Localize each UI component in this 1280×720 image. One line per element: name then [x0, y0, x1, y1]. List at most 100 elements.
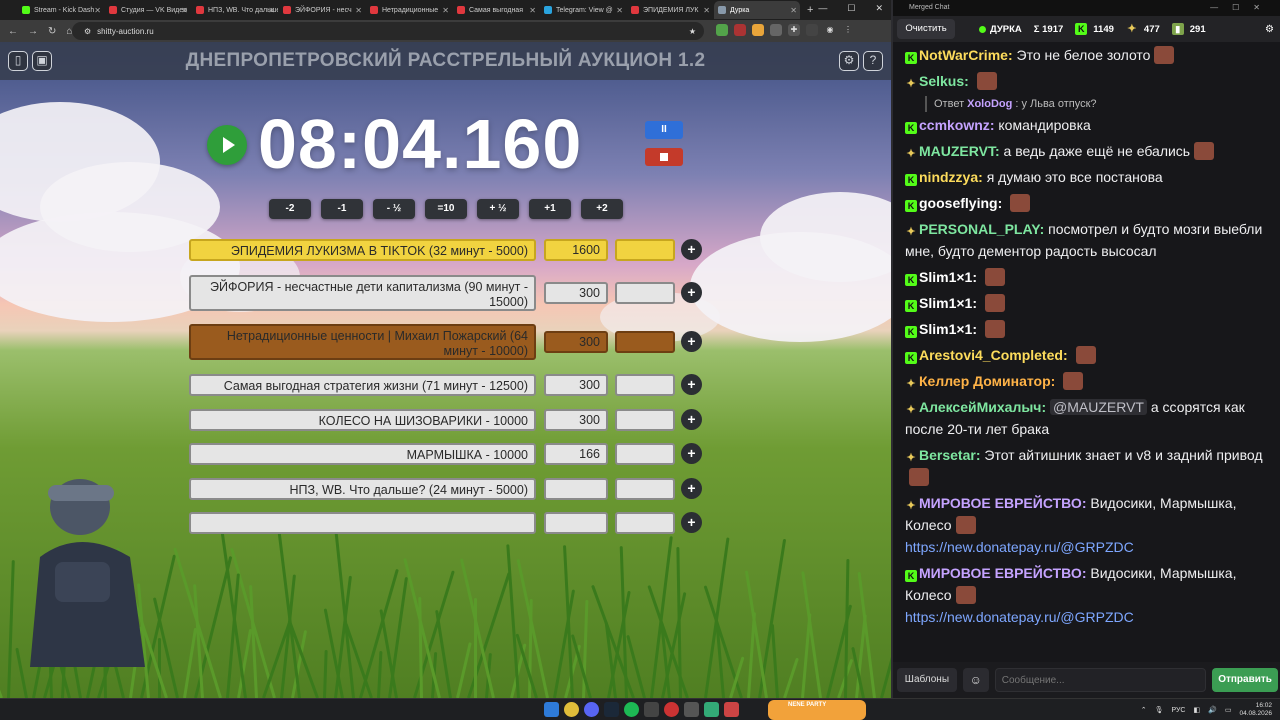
settings-button[interactable]: ⚙ [839, 51, 859, 71]
browser-tab[interactable]: ЭПИДЕМИЯ ЛУК ✕ [627, 1, 713, 19]
extension-icon[interactable] [770, 24, 782, 36]
tab-close-icon[interactable]: ✕ [181, 6, 188, 15]
browser-tab[interactable]: Студия — VK Видео ✕ [105, 1, 191, 19]
lot-amount-field[interactable] [544, 478, 608, 500]
nene-party-widget[interactable]: NENE PARTY [768, 700, 866, 720]
reply-nick[interactable]: XoloDog [967, 98, 1012, 110]
time-adjust-button[interactable]: +2 [581, 199, 623, 219]
chat-settings-icon[interactable]: ⚙ [1265, 24, 1274, 35]
tab-close-icon[interactable]: ✕ [616, 6, 623, 15]
forward-icon[interactable]: → [28, 26, 38, 37]
pause-button[interactable]: II [645, 121, 683, 139]
lot-name-field[interactable] [189, 512, 536, 534]
lot-add-amount-field[interactable] [615, 409, 675, 431]
time-adjust-button[interactable]: -2 [269, 199, 311, 219]
lot-amount-field[interactable] [544, 512, 608, 534]
steam-icon[interactable] [604, 702, 619, 717]
emoji-button[interactable]: ☺ [962, 668, 989, 692]
lot-add-amount-field[interactable] [615, 374, 675, 396]
lot-name-field[interactable]: Нетрадиционные ценности | Михаил Пожарск… [189, 324, 536, 360]
clock[interactable]: 16:02 04.08.2026 [1239, 702, 1272, 718]
chat-nick[interactable]: Slim1×1 [919, 269, 972, 285]
chat-link[interactable]: https://new.donatepay.ru/@GRPZDC [905, 539, 1134, 555]
minimize-icon[interactable]: — [818, 3, 827, 14]
lot-name-field[interactable]: КОЛЕСО НА ШИЗОВАРИКИ - 10000 [189, 409, 536, 431]
tab-close-icon[interactable]: ✕ [529, 6, 536, 15]
stop-button[interactable] [645, 148, 683, 166]
menu-dots-icon[interactable]: ⋮ [842, 24, 854, 36]
lot-add-amount-field[interactable] [615, 331, 675, 353]
extension-icon[interactable] [716, 24, 728, 36]
app-icon[interactable] [664, 702, 679, 717]
back-icon[interactable]: ← [8, 26, 18, 37]
puzzle-icon[interactable]: ✚ [788, 24, 800, 36]
lot-name-field[interactable]: НПЗ, WB. Что дальше? (24 минут - 5000) [189, 478, 536, 500]
lot-add-amount-field[interactable] [615, 282, 675, 304]
app-icon[interactable] [684, 702, 699, 717]
network-icon[interactable]: ◧ [1193, 706, 1200, 714]
chat-nick[interactable]: Slim1×1 [919, 321, 972, 337]
chat-nick[interactable]: ccmkownz [919, 117, 990, 133]
chat-nick[interactable]: Arestovi4_Completed [919, 347, 1063, 363]
spotify-icon[interactable] [624, 702, 639, 717]
chat-nick[interactable]: MAUZERVT [919, 143, 995, 159]
browser-tab[interactable]: Нетрадиционные ✕ [366, 1, 452, 19]
extension-icon[interactable] [734, 24, 746, 36]
lot-add-amount-field[interactable] [615, 478, 675, 500]
lot-amount-field[interactable]: 300 [544, 282, 608, 304]
play-button[interactable] [207, 125, 247, 165]
maximize-icon[interactable]: ☐ [847, 3, 855, 14]
browser-tab[interactable]: Самая выгодная ✕ [453, 1, 539, 19]
chevron-up-icon[interactable]: ⌃ [1141, 706, 1147, 714]
help-button[interactable]: ? [863, 51, 883, 71]
app-icon[interactable] [644, 702, 659, 717]
chat-nick[interactable]: Bersetar [919, 447, 976, 463]
lot-add-button[interactable]: + [681, 478, 702, 499]
app-icon[interactable] [704, 702, 719, 717]
browser-tab[interactable]: Дурка ✕ [714, 1, 800, 19]
send-button[interactable]: Отправить [1212, 668, 1278, 692]
tab-close-icon[interactable]: ✕ [355, 6, 362, 15]
chat-window-controls[interactable]: —☐✕ [1210, 0, 1274, 16]
chat-nick[interactable]: PERSONAL_PLAY [919, 221, 1040, 237]
lot-add-button[interactable]: + [681, 443, 702, 464]
lot-add-button[interactable]: + [681, 282, 702, 303]
windows-start-icon[interactable] [544, 702, 559, 717]
microphone-icon[interactable]: 🎙 [1155, 706, 1164, 714]
tab-close-icon[interactable]: ✕ [703, 6, 710, 15]
chat-nick[interactable]: АлексейМихалыч [919, 399, 1041, 415]
templates-button[interactable]: Шаблоны [897, 668, 957, 692]
sidebar-toggle-button[interactable]: ▯ [8, 51, 28, 71]
language-indicator[interactable]: РУС [1171, 707, 1185, 714]
new-tab-icon[interactable]: + [807, 4, 813, 16]
lot-add-amount-field[interactable] [615, 239, 675, 261]
lot-amount-field[interactable]: 300 [544, 331, 608, 353]
time-adjust-button[interactable]: +1 [529, 199, 571, 219]
profile-icon[interactable]: ◉ [824, 24, 836, 36]
time-adjust-button[interactable]: =10 [425, 199, 467, 219]
chat-nick[interactable]: NotWarCrime [919, 47, 1008, 63]
browser-tab[interactable]: Stream - Kick Dash ✕ [18, 1, 104, 19]
close-icon[interactable]: ✕ [875, 3, 883, 14]
time-adjust-button[interactable]: + ½ [477, 199, 519, 219]
browser-tab[interactable]: Telegram: View @ ✕ [540, 1, 626, 19]
url-field[interactable]: ⚙ shitty-auction.ru ★ [72, 22, 704, 40]
browser-tab[interactable]: ЭЙФОРИЯ - несч ✕ [279, 1, 365, 19]
chat-nick[interactable]: Selkus [919, 73, 964, 89]
extension-icon[interactable] [752, 24, 764, 36]
time-adjust-button[interactable]: - ½ [373, 199, 415, 219]
lot-amount-field[interactable]: 166 [544, 443, 608, 465]
mention[interactable]: @MAUZERVT [1050, 399, 1147, 415]
save-button[interactable]: ▣ [32, 51, 52, 71]
chat-nick[interactable]: nindzzya [919, 169, 978, 185]
browser-tab[interactable]: НПЗ, WB. Что дальше ✕ [192, 1, 278, 19]
chrome-icon[interactable] [564, 702, 579, 717]
chat-nick[interactable]: gooseflying [919, 195, 998, 211]
lot-add-amount-field[interactable] [615, 443, 675, 465]
lot-add-button[interactable]: + [681, 331, 702, 352]
lot-name-field[interactable]: Самая выгодная стратегия жизни (71 минут… [189, 374, 536, 396]
time-adjust-button[interactable]: -1 [321, 199, 363, 219]
lot-name-field[interactable]: ЭЙФОРИЯ - несчастные дети капитализма (9… [189, 275, 536, 311]
tab-close-icon[interactable]: ✕ [790, 6, 797, 15]
lot-add-amount-field[interactable] [615, 512, 675, 534]
